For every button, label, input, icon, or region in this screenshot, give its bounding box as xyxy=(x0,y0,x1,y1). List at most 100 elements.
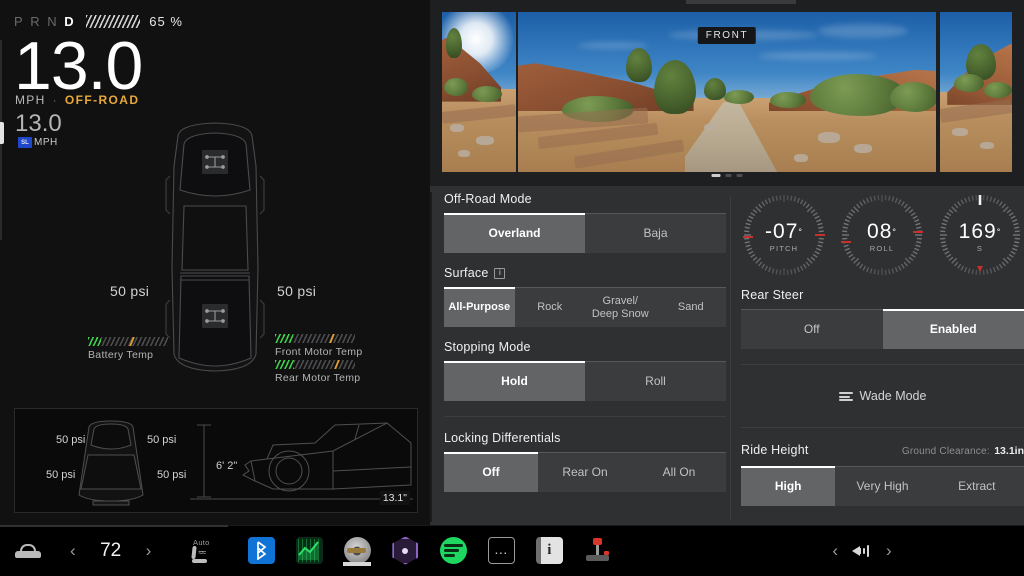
surface-option-all-purpose[interactable]: All-Purpose xyxy=(444,287,515,327)
left-column-divider xyxy=(444,416,726,417)
rear-steer-option-enabled[interactable]: Enabled xyxy=(882,309,1024,349)
camera-drag-handle[interactable] xyxy=(686,0,796,4)
ride-height-option-very-high[interactable]: Very High xyxy=(835,467,929,506)
gear-r: R xyxy=(30,14,43,29)
wade-mode-button[interactable]: Wade Mode xyxy=(741,379,1024,413)
lockers-option-off[interactable]: Off xyxy=(444,452,538,492)
ellipsis-icon: … xyxy=(487,537,515,564)
offroad-mode-option-baja[interactable]: Baja xyxy=(585,214,726,253)
tire-pressure-front-right: 50 psi xyxy=(277,283,317,299)
camera-dot-1[interactable] xyxy=(711,174,721,177)
battery-percent: 65 % xyxy=(149,14,183,29)
car-controls-button[interactable] xyxy=(0,543,56,558)
pitch-value: -07 ° xyxy=(765,220,803,243)
speed-readout: 13.0 xyxy=(14,28,143,104)
camera-dot-2[interactable] xyxy=(725,174,732,177)
app-more[interactable]: … xyxy=(477,537,525,564)
app-hexagon[interactable] xyxy=(381,536,429,565)
camera-view-right[interactable] xyxy=(940,12,1012,172)
surface-option-sand[interactable]: Sand xyxy=(656,288,727,327)
app-manual[interactable]: i xyxy=(525,537,573,564)
surface-option-rock[interactable]: Rock xyxy=(515,288,586,327)
rear-steer-segmented[interactable]: Off Enabled xyxy=(741,309,1024,349)
stopping-mode-option-roll[interactable]: Roll xyxy=(585,362,726,401)
stopping-mode-segmented[interactable]: Hold Roll xyxy=(444,361,726,401)
ride-height-option-extract[interactable]: Extract xyxy=(930,467,1024,506)
battery-temp-label: Battery Temp xyxy=(88,349,154,361)
dim-psi-front-left: 50 psi xyxy=(56,434,86,446)
lockers-option-all-on[interactable]: All On xyxy=(632,453,726,492)
front-motor-temp-label: Front Motor Temp xyxy=(275,346,363,358)
rear-motor-temp-meter: Rear Motor Temp xyxy=(275,360,360,384)
rear-motor-temp-label: Rear Motor Temp xyxy=(275,372,361,384)
battery-level-bar xyxy=(86,15,141,28)
camera-page-indicator[interactable] xyxy=(711,174,743,177)
camera-strip[interactable]: FRONT xyxy=(430,0,1024,186)
lockers-option-rear-on[interactable]: Rear On xyxy=(538,453,632,492)
app-tires[interactable] xyxy=(333,537,381,566)
right-column-divider-1 xyxy=(741,364,1024,365)
ride-height-title: Ride Height xyxy=(741,443,809,457)
offroad-mode-segmented[interactable]: Overland Baja xyxy=(444,213,726,253)
bluetooth-icon xyxy=(247,537,275,564)
temp-decrease-button[interactable]: ‹ xyxy=(56,541,90,561)
camera-dot-3[interactable] xyxy=(736,174,743,177)
pitch-gauge: -07 ° PITCH xyxy=(741,192,827,278)
offroad-left-column: Off-Road Mode Overland Baja Surface i Al… xyxy=(444,192,726,492)
app-offroad[interactable] xyxy=(573,537,621,564)
vehicle-display: P R N D 65 % 13.0 MPH · OFF-ROAD 13.0 SL… xyxy=(0,0,1024,576)
car-icon xyxy=(15,543,41,558)
gear-p: P xyxy=(14,14,26,29)
truck-outline-svg xyxy=(165,122,265,372)
volume-down-button[interactable]: ‹ xyxy=(818,541,852,561)
dim-psi-front-right: 50 psi xyxy=(147,434,177,446)
camera-view-left[interactable] xyxy=(442,12,516,172)
locking-differentials-segmented[interactable]: Off Rear On All On xyxy=(444,452,726,492)
vehicle-dimensions-panel: 50 psi 50 psi 50 psi 50 psi 6' 2" 13.1" xyxy=(14,408,418,513)
offroad-mode-option-overland[interactable]: Overland xyxy=(444,213,585,253)
app-spotify[interactable] xyxy=(429,537,477,564)
info-icon[interactable]: i xyxy=(494,267,506,279)
ride-height-option-high[interactable]: High xyxy=(741,466,836,506)
settings-scroll-rail[interactable] xyxy=(430,192,432,522)
offroad-right-column: -07 ° PITCH 08 ° ROLL 169 ° S Rear Steer… xyxy=(741,192,1024,506)
cabin-temperature[interactable]: 72 xyxy=(90,540,132,562)
offroad-settings-surface: 1:45 pm 73°F xyxy=(430,0,1024,525)
notebook-info-icon: i xyxy=(535,537,563,564)
temp-increase-button[interactable]: › xyxy=(132,541,166,561)
battery-temp-meter: Battery Temp xyxy=(88,337,168,361)
app-energy[interactable] xyxy=(285,537,333,564)
pitch-caption: PITCH xyxy=(769,244,799,253)
seat-heater-button[interactable]: Auto ≈≈ xyxy=(165,538,237,563)
front-motor-temp-meter: Front Motor Temp xyxy=(275,334,362,358)
attitude-gauges: -07 ° PITCH 08 ° ROLL 169 ° S xyxy=(741,192,1024,278)
wade-water-icon xyxy=(838,391,853,401)
wade-mode-label: Wade Mode xyxy=(859,389,927,403)
spotify-icon xyxy=(439,537,467,564)
surface-segmented[interactable]: All-Purpose Rock Gravel/ Deep Snow Sand xyxy=(444,287,726,327)
app-bluetooth[interactable] xyxy=(237,537,285,564)
speed-sub-row: MPH · OFF-ROAD xyxy=(15,93,139,107)
surface-option-gravel-deep-snow[interactable]: Gravel/ Deep Snow xyxy=(585,288,656,327)
rear-steer-title: Rear Steer xyxy=(741,288,804,302)
surface-title: Surface i xyxy=(444,266,726,280)
tire-pressure-front-left: 50 psi xyxy=(110,283,150,299)
joystick-icon xyxy=(584,537,611,564)
vehicle-width-dimension: 6' 2" xyxy=(216,460,238,472)
roll-gauge: 08 ° ROLL xyxy=(839,192,925,278)
speaker-icon[interactable] xyxy=(852,544,872,558)
rear-steer-option-off[interactable]: Off xyxy=(741,310,883,349)
volume-up-button[interactable]: › xyxy=(872,541,906,561)
seat-heater-icon: ≈≈ xyxy=(191,546,211,563)
heading-caption: S xyxy=(976,244,984,253)
drive-mode-label: OFF-ROAD xyxy=(64,93,140,107)
vehicle-topdown-diagram: 50 psi 50 psi 50 psi 50 psi Battery Temp… xyxy=(0,118,430,427)
ride-height-segmented[interactable]: High Very High Extract xyxy=(741,466,1024,506)
camera-view-front[interactable]: FRONT xyxy=(518,12,936,172)
ground-clearance-value: 13.1in xyxy=(994,445,1024,457)
roll-caption: ROLL xyxy=(869,244,895,253)
surface-title-label: Surface xyxy=(444,266,489,280)
stopping-mode-title: Stopping Mode xyxy=(444,340,531,354)
stopping-mode-option-hold[interactable]: Hold xyxy=(444,361,585,401)
volume-controls: ‹ › xyxy=(700,525,1024,576)
